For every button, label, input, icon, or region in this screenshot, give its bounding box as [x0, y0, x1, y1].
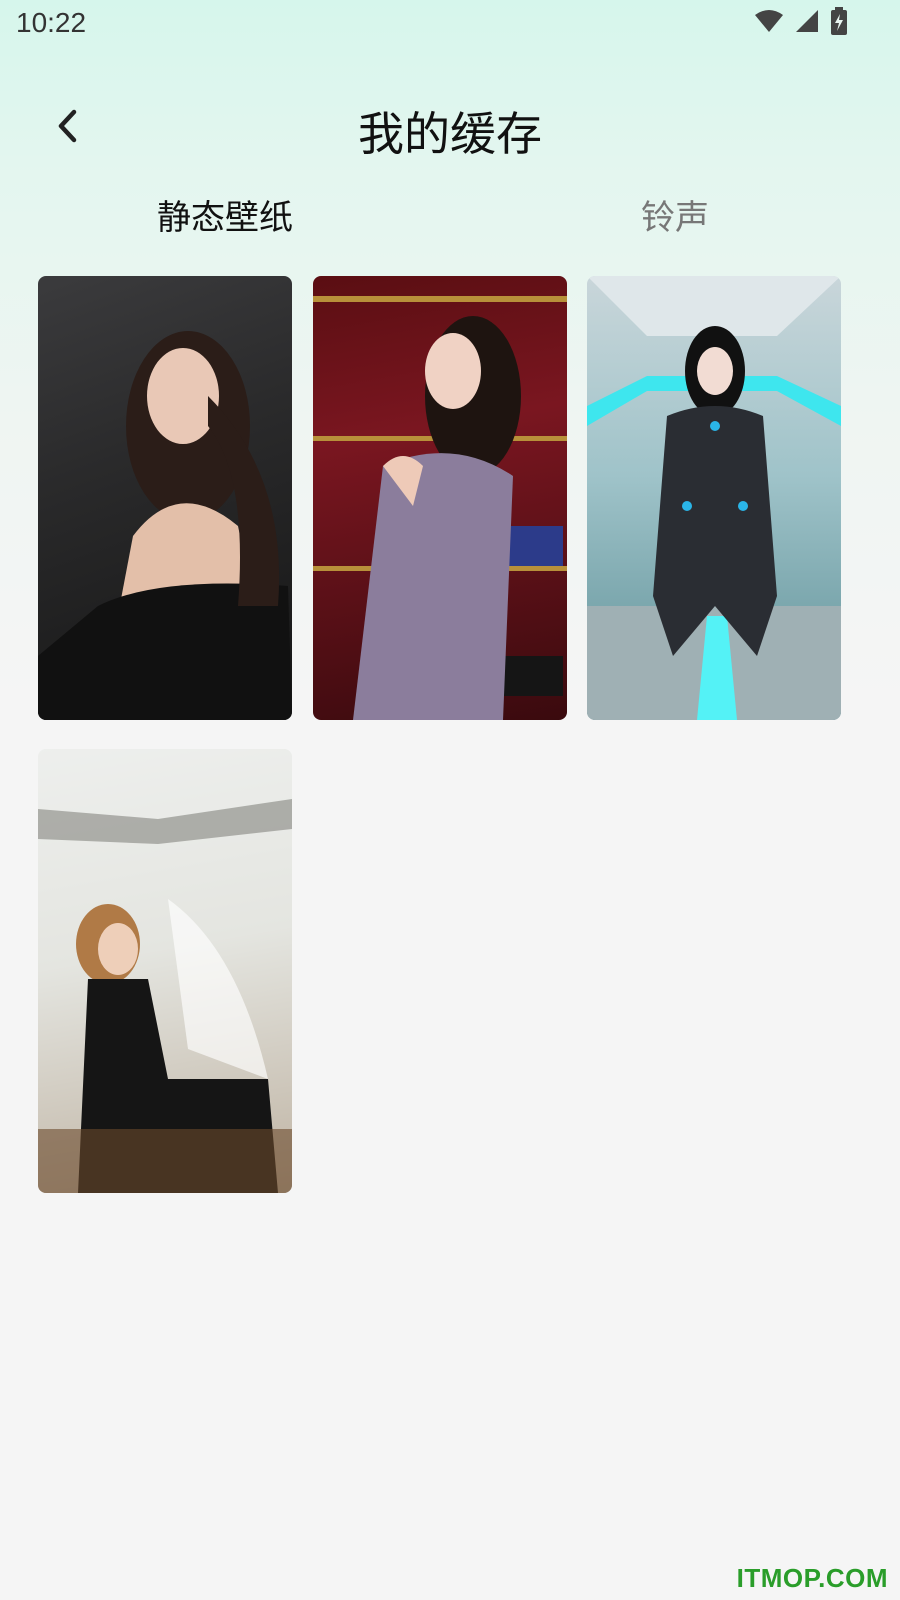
status-time: 10:22	[16, 7, 87, 38]
page-title: 我的缓存	[358, 107, 542, 161]
status-bar: 10:22	[0, 0, 900, 50]
wallpaper-thumbnail[interactable]	[587, 276, 841, 720]
status-icons	[754, 7, 848, 39]
signal-icon	[794, 8, 820, 38]
wallpaper-thumbnail[interactable]	[38, 276, 292, 720]
watermark: ITMOP.COM	[736, 1563, 888, 1593]
battery-charging-icon	[830, 7, 848, 39]
wallpaper-thumbnail[interactable]	[313, 276, 567, 720]
wifi-icon	[754, 9, 784, 37]
wallpaper-thumbnail[interactable]	[38, 749, 292, 1193]
tab-ringtone[interactable]: 铃声	[450, 190, 900, 239]
tab-static-wallpaper[interactable]: 静态壁纸	[0, 190, 450, 239]
header: 我的缓存	[0, 90, 900, 170]
tab-bar: 静态壁纸 铃声	[0, 190, 900, 250]
